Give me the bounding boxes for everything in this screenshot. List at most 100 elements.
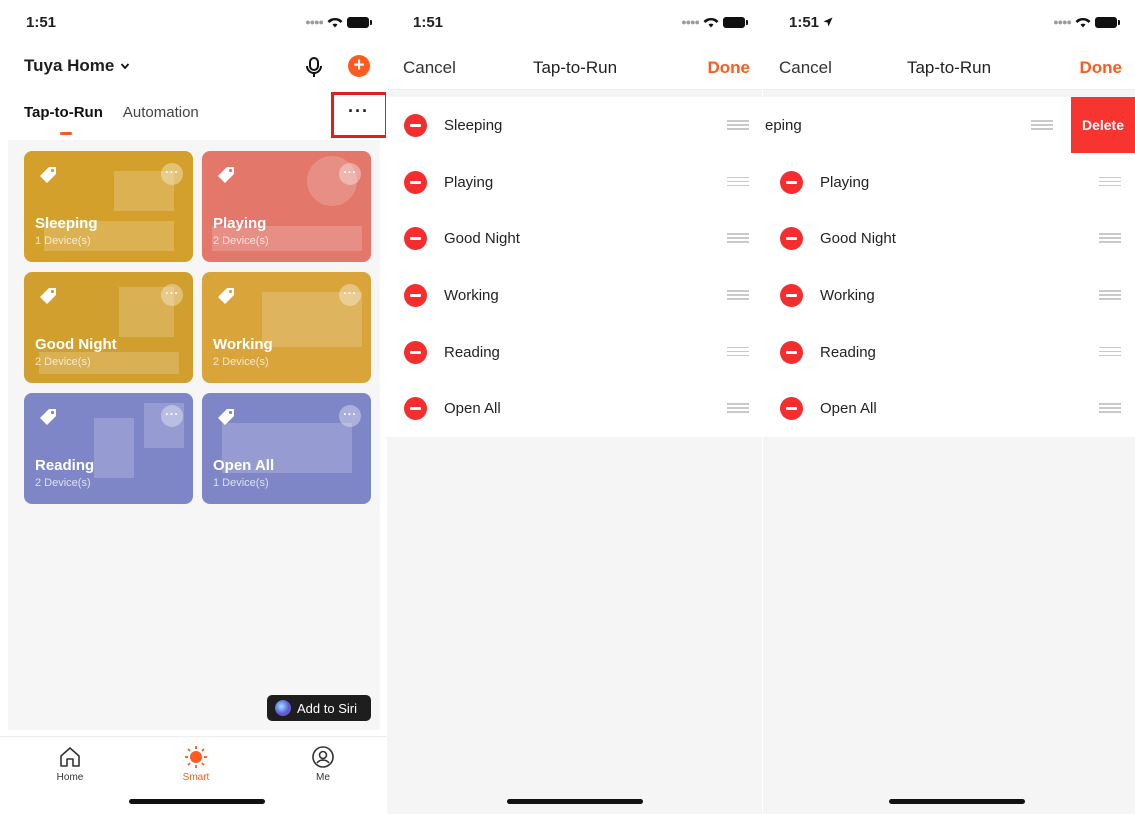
remove-icon[interactable] bbox=[780, 340, 803, 364]
status-time: 1:51 bbox=[26, 14, 57, 31]
tabbar-me[interactable]: Me bbox=[293, 745, 353, 783]
tabbar-me-label: Me bbox=[316, 772, 330, 783]
card-more-button[interactable]: ··· bbox=[161, 405, 183, 427]
home-title: Tuya Home bbox=[24, 56, 115, 75]
list-item-label: Working bbox=[444, 287, 499, 305]
nav-bar: Cancel Tap-to-Run Done bbox=[763, 46, 1135, 90]
drag-handle-icon[interactable] bbox=[727, 120, 749, 130]
drag-handle-icon[interactable] bbox=[1031, 120, 1053, 130]
card-device-count: 2 Device(s) bbox=[35, 477, 91, 489]
drag-handle-icon[interactable] bbox=[727, 403, 749, 413]
home-selector[interactable]: Tuya Home bbox=[24, 56, 130, 76]
list-item: Working bbox=[387, 267, 763, 324]
list-item-label: Sleeping bbox=[444, 117, 503, 134]
scene-card-working[interactable]: ··· Working 2 Device(s) bbox=[202, 272, 371, 383]
remove-icon[interactable] bbox=[780, 397, 803, 421]
list-item: Playing bbox=[387, 154, 763, 211]
microphone-icon[interactable] bbox=[304, 56, 324, 78]
remove-icon[interactable] bbox=[404, 170, 427, 194]
add-to-siri-button[interactable]: Add to Siri bbox=[267, 695, 371, 721]
card-name: Playing bbox=[213, 215, 267, 232]
scene-card-sleeping[interactable]: ··· Sleeping 1 Device(s) bbox=[24, 151, 193, 262]
done-button[interactable]: Done bbox=[1080, 58, 1123, 78]
drag-handle-icon[interactable] bbox=[727, 290, 749, 300]
list-item: Open All bbox=[387, 380, 763, 437]
tag-icon bbox=[40, 409, 56, 425]
drag-handle-icon[interactable] bbox=[1099, 346, 1121, 357]
scene-card-reading[interactable]: ··· Reading 2 Device(s) bbox=[24, 393, 193, 504]
status-time: 1:51 bbox=[413, 14, 444, 31]
card-name: Open All bbox=[213, 457, 275, 474]
remove-icon[interactable] bbox=[780, 170, 803, 194]
list-item-label: Open All bbox=[444, 400, 501, 418]
status-bar: 1:51 ●●●● bbox=[763, 0, 1135, 46]
drag-handle-icon[interactable] bbox=[727, 233, 749, 243]
signal-icon: ●●●● bbox=[1053, 17, 1072, 27]
drag-handle-icon[interactable] bbox=[1099, 403, 1121, 413]
card-device-count: 1 Device(s) bbox=[213, 477, 269, 489]
list-item-swiped: eping Delete bbox=[763, 97, 1135, 154]
list-item-label: Playing bbox=[444, 173, 494, 191]
tabbar-home-label: Home bbox=[56, 772, 84, 783]
tab-tap-to-run[interactable]: Tap-to-Run bbox=[24, 104, 103, 135]
battery-icon bbox=[723, 16, 748, 28]
chevron-down-icon bbox=[121, 63, 130, 70]
card-device-count: 2 Device(s) bbox=[213, 356, 269, 368]
card-more-button[interactable]: ··· bbox=[339, 284, 361, 306]
remove-icon[interactable] bbox=[780, 227, 803, 251]
more-options-button[interactable]: ··· bbox=[348, 101, 369, 122]
remove-icon[interactable] bbox=[780, 284, 803, 308]
tag-icon bbox=[40, 288, 56, 304]
list-item: Working bbox=[763, 267, 1135, 324]
drag-handle-icon[interactable] bbox=[727, 176, 749, 187]
wifi-icon bbox=[1075, 17, 1091, 28]
drag-handle-icon[interactable] bbox=[1099, 176, 1121, 187]
delete-button[interactable]: Delete bbox=[1071, 97, 1135, 153]
list-item-label: Reading bbox=[444, 343, 500, 361]
remove-icon[interactable] bbox=[404, 397, 427, 421]
scene-tabs: Tap-to-Run Automation bbox=[24, 104, 199, 135]
list-item-label: Good Night bbox=[820, 230, 896, 248]
drag-handle-icon[interactable] bbox=[727, 346, 749, 357]
status-icons: ●●●● bbox=[305, 16, 372, 28]
card-more-button[interactable]: ··· bbox=[339, 405, 361, 427]
list-item: Reading bbox=[387, 324, 763, 381]
smart-screen: 1:51 ●●●● Tuya Home + Tap-to-Run Automat… bbox=[0, 0, 387, 814]
card-device-count: 2 Device(s) bbox=[213, 235, 269, 247]
battery-icon bbox=[1095, 16, 1120, 28]
status-bar: 1:51 ●●●● bbox=[0, 0, 387, 46]
tag-icon bbox=[40, 167, 56, 183]
tabbar-home[interactable]: Home bbox=[40, 745, 100, 783]
edit-screen: 1:51 ●●●● Cancel Tap-to-Run Done Sleepin… bbox=[387, 0, 763, 814]
card-more-button[interactable]: ··· bbox=[161, 163, 183, 185]
add-button[interactable]: + bbox=[348, 55, 370, 77]
tag-icon bbox=[218, 409, 234, 425]
card-name: Reading bbox=[35, 457, 95, 474]
drag-handle-icon[interactable] bbox=[1099, 290, 1121, 300]
list-item: Good Night bbox=[763, 210, 1135, 267]
scene-card-playing[interactable]: ··· Playing 2 Device(s) bbox=[202, 151, 371, 262]
scene-card-good-night[interactable]: ··· Good Night 2 Device(s) bbox=[24, 272, 193, 383]
home-indicator bbox=[889, 799, 1025, 804]
tabbar-smart-label: Smart bbox=[182, 772, 210, 783]
remove-icon[interactable] bbox=[404, 284, 427, 308]
tab-automation[interactable]: Automation bbox=[123, 104, 199, 121]
card-name: Good Night bbox=[35, 336, 117, 353]
status-icons: ●●●● bbox=[681, 16, 748, 28]
remove-icon[interactable] bbox=[404, 227, 427, 251]
status-bar: 1:51 ●●●● bbox=[387, 0, 763, 46]
siri-icon bbox=[275, 700, 291, 716]
remove-icon[interactable] bbox=[404, 114, 427, 137]
list-item-label: Reading bbox=[820, 343, 876, 361]
drag-handle-icon[interactable] bbox=[1099, 233, 1121, 243]
tabbar-smart[interactable]: Smart bbox=[166, 745, 226, 783]
remove-icon[interactable] bbox=[404, 340, 427, 364]
scene-card-open-all[interactable]: ··· Open All 1 Device(s) bbox=[202, 393, 371, 504]
card-more-button[interactable]: ··· bbox=[339, 163, 361, 185]
home-icon bbox=[60, 747, 80, 767]
siri-label: Add to Siri bbox=[297, 700, 357, 716]
done-button[interactable]: Done bbox=[708, 58, 751, 78]
tag-icon bbox=[218, 288, 234, 304]
list-item-label: Good Night bbox=[444, 230, 520, 248]
card-more-button[interactable]: ··· bbox=[161, 284, 183, 306]
